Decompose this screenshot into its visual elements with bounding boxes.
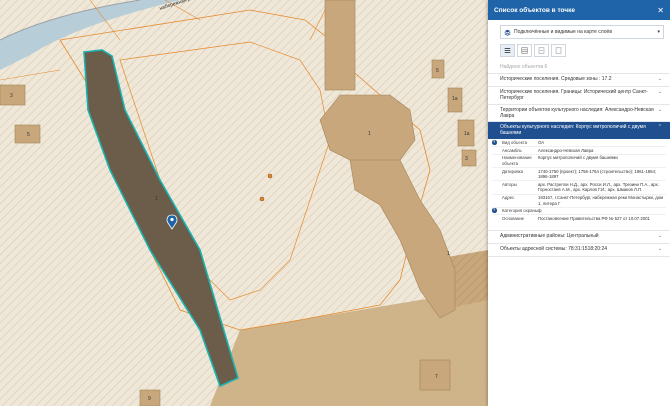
object-row-expanded[interactable]: Объекты культурного наследия: Корпус мит…	[488, 122, 670, 139]
panel-header: Список объектов в точке ✕	[488, 0, 670, 20]
detail-row: ? Вид объекта ОА	[492, 140, 666, 148]
object-row-label: Объекты адресной системы: 78:31:1518:20:…	[500, 245, 608, 252]
building-number: 1a	[452, 96, 458, 102]
detail-value: Корпус митрополичий с двумя башнями	[538, 155, 618, 161]
chevron-down-icon: ⌄	[657, 106, 662, 113]
layers-icon	[504, 29, 511, 36]
table-view-button[interactable]	[517, 44, 532, 57]
view-toolbar	[500, 44, 664, 57]
object-row[interactable]: Территории объектов культурного наследия…	[488, 105, 670, 123]
detail-row: Основание Постановление Правительства РФ…	[492, 215, 666, 222]
detail-label: Ансамбль	[502, 147, 522, 153]
detail-row: Датировка 1740-1750 (проект); 1756-1764 …	[492, 168, 666, 182]
building-number: 3	[465, 156, 468, 162]
list-view-button[interactable]	[500, 44, 515, 57]
print-button[interactable]	[551, 44, 566, 57]
layers-select[interactable]: Подключённые и видимые на карте слоёв ▾	[500, 25, 664, 39]
object-row-label: Территории объектов культурного наследия…	[500, 106, 654, 119]
detail-label: Вид объекта	[502, 140, 527, 146]
building-number: 5	[436, 68, 439, 74]
map-point[interactable]	[259, 196, 265, 202]
detail-row: ? Категория охраны ф	[492, 208, 666, 216]
detail-value: ОА	[538, 140, 545, 146]
detail-label: Наименование объекта	[502, 155, 532, 167]
building-number: 5	[27, 132, 30, 138]
chevron-down-icon: ⌄	[657, 76, 662, 82]
detail-label: Категория охраны	[502, 208, 539, 214]
detail-value: 1740-1750 (проект); 1756-1764 (строитель…	[538, 168, 657, 180]
object-row-label: Административные районы: Центральный	[500, 232, 599, 239]
chevron-down-icon: ⌄	[657, 245, 662, 252]
object-row[interactable]: Объекты адресной системы: 78:31:1518:20:…	[488, 244, 670, 257]
export-icon	[538, 47, 545, 54]
object-details: ? Вид объекта ОА Ансамбль Александро-Невс…	[488, 139, 670, 224]
table-icon	[521, 47, 528, 54]
object-row-label: Исторические поселения. Средовые зоны : …	[500, 76, 612, 82]
detail-row: Адрес 193167, г.Санкт-Петербург, набереж…	[492, 195, 666, 208]
detail-row: Ансамбль Александро-Невская Лавра	[492, 147, 666, 155]
list-icon	[504, 48, 511, 53]
chevron-down-icon: ▾	[657, 29, 660, 35]
building-number: 9	[148, 396, 151, 402]
export-button[interactable]	[534, 44, 549, 57]
detail-value: ф	[538, 208, 542, 214]
building-number: 3	[10, 93, 13, 99]
building-number: 7	[435, 374, 438, 380]
chevron-up-icon: ⌃	[657, 124, 662, 131]
help-icon[interactable]: ?	[492, 140, 497, 145]
detail-label: Адрес	[502, 195, 515, 201]
layers-select-value: Подключённые и видимые на карте слоёв	[514, 29, 612, 35]
building-number: 1a	[464, 131, 470, 137]
detail-label: Датировка	[502, 168, 523, 174]
detail-row: Авторы арх. Растрелли Н.Д., арх. Росси И…	[492, 181, 666, 195]
detail-value: арх. Растрелли Н.Д., арх. Росси И.Л., ар…	[538, 181, 659, 193]
objects-panel: Список объектов в точке ✕ Подключённые и…	[488, 0, 670, 406]
print-icon	[555, 47, 562, 54]
panel-title: Список объектов в точке	[494, 6, 575, 14]
help-icon[interactable]: ?	[492, 208, 497, 213]
object-row[interactable]: Исторические поселения. Средовые зоны : …	[488, 73, 670, 87]
object-row[interactable]: Административные районы: Центральный ⌄	[488, 229, 670, 244]
building-number: 1	[447, 251, 450, 257]
found-count: Найдено объектов 6	[500, 64, 548, 70]
detail-value: Постановление Правительства РФ № 527 от …	[538, 215, 650, 221]
object-row-label: Исторические поселения. Границы: Историч…	[500, 89, 648, 102]
chevron-down-icon: ⌄	[657, 89, 662, 95]
detail-value: 193167, г.Санкт-Петербург, набережная ре…	[538, 195, 664, 206]
close-icon[interactable]: ✕	[657, 6, 664, 15]
building-number: 1	[155, 196, 158, 202]
detail-row: Наименование объекта Корпус митрополичий…	[492, 155, 666, 169]
detail-value: Александро-Невская Лавра	[538, 147, 594, 153]
object-row[interactable]: Исторические поселения. Границы: Историч…	[488, 87, 670, 105]
building-number: 1	[368, 131, 371, 137]
detail-label: Основание	[502, 215, 525, 221]
detail-label: Авторы	[502, 181, 517, 187]
object-row-label: Объекты культурного наследия: Корпус мит…	[500, 124, 646, 137]
chevron-down-icon: ⌄	[657, 232, 662, 239]
map-point[interactable]	[267, 173, 273, 179]
